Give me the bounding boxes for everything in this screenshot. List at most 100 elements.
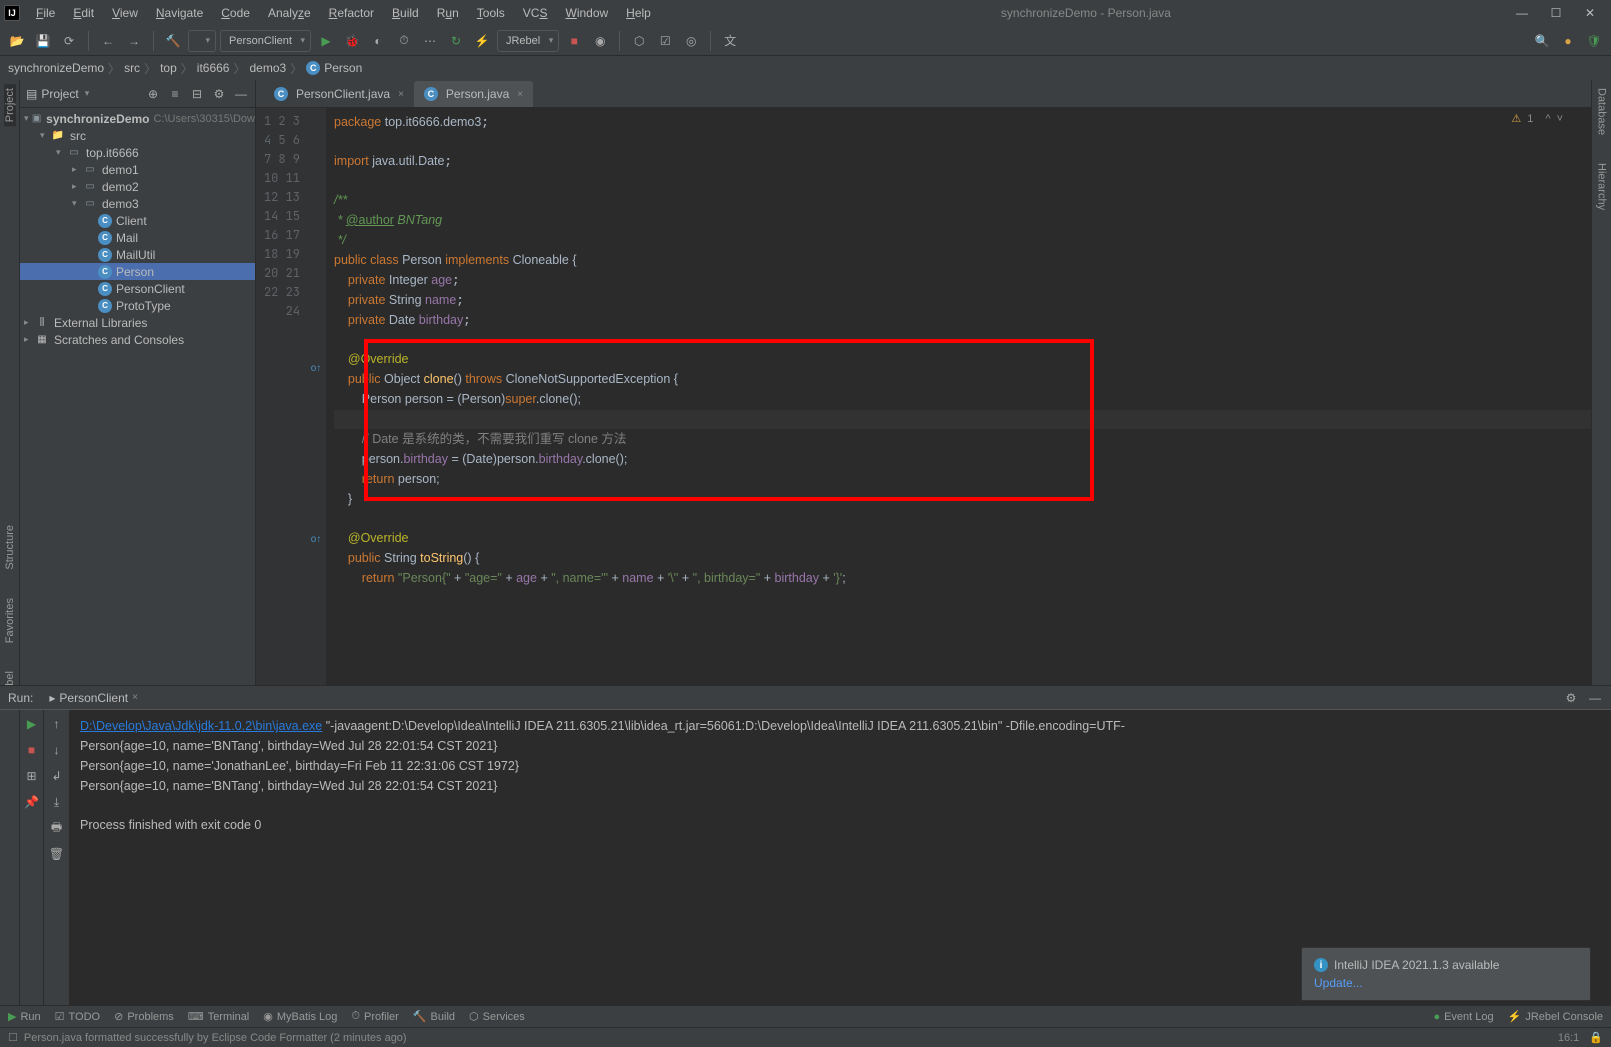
tree-pkg[interactable]: ▾▭ top.it6666: [20, 144, 255, 161]
bt-profiler[interactable]: ⏱Profiler: [351, 1010, 398, 1023]
collapse-icon[interactable]: ⊟: [189, 86, 205, 102]
hide-icon[interactable]: —: [233, 86, 249, 102]
tree-mail[interactable]: CMail: [20, 229, 255, 246]
java-path-link[interactable]: D:\Develop\Java\Jdk\jdk-11.0.2\bin\java.…: [80, 719, 322, 733]
bt-build[interactable]: 🔨Build: [413, 1010, 455, 1023]
override-icon[interactable]: o↑: [306, 359, 326, 378]
pin-icon[interactable]: 📌: [24, 794, 40, 810]
more-icon[interactable]: ◎: [680, 30, 702, 52]
scroll-icon[interactable]: ⤓: [49, 794, 65, 810]
open-icon[interactable]: 📂: [6, 30, 28, 52]
jrebel-combo[interactable]: JRebel: [497, 30, 559, 52]
menu-window[interactable]: Window: [557, 4, 616, 22]
crumb-it6666[interactable]: it6666: [197, 61, 230, 75]
bt-eventlog[interactable]: ●Event Log: [1433, 1011, 1493, 1023]
build-icon[interactable]: 🔨: [162, 30, 184, 52]
menu-build[interactable]: Build: [384, 4, 427, 22]
menu-tools[interactable]: Tools: [469, 4, 513, 22]
tree-person[interactable]: CPerson: [20, 263, 255, 280]
round-icon[interactable]: ◉: [589, 30, 611, 52]
bt-run[interactable]: ▶Run: [8, 1010, 41, 1023]
run-icon[interactable]: ▶: [315, 30, 337, 52]
bt-mybatis[interactable]: ◉MyBatis Log: [263, 1010, 337, 1023]
check-icon[interactable]: ☑: [654, 30, 676, 52]
menu-analyze[interactable]: Analyze: [260, 4, 319, 22]
tree-demo2[interactable]: ▸▭ demo2: [20, 178, 255, 195]
run-config-combo[interactable]: PersonClient: [220, 30, 311, 52]
rail-structure[interactable]: Structure: [4, 521, 16, 574]
stop-icon[interactable]: ■: [24, 742, 40, 758]
attach-icon[interactable]: ⋯: [419, 30, 441, 52]
git-icon[interactable]: ⬡: [628, 30, 650, 52]
forward-icon[interactable]: →: [123, 30, 145, 52]
run-tab[interactable]: ▸PersonClient×: [41, 689, 146, 707]
close-button[interactable]: ✕: [1581, 4, 1599, 22]
cursor-position[interactable]: 16:1: [1558, 1032, 1579, 1044]
menu-view[interactable]: View: [104, 4, 146, 22]
close-icon[interactable]: ×: [398, 89, 404, 100]
hide-icon[interactable]: —: [1587, 690, 1603, 706]
tree-scratches[interactable]: ▸▦ Scratches and Consoles: [20, 331, 255, 348]
crumb-demo3[interactable]: demo3: [250, 61, 287, 75]
down-icon[interactable]: ↓: [49, 742, 65, 758]
wrap-icon[interactable]: ↲: [49, 768, 65, 784]
crumb-project[interactable]: synchronizeDemo: [8, 61, 104, 75]
editor-inspections[interactable]: ⚠1 ^˅: [1511, 112, 1563, 125]
trash-icon[interactable]: 🗑: [49, 846, 65, 862]
rerun-icon[interactable]: ↻: [445, 30, 467, 52]
gear-icon[interactable]: ⚙: [211, 86, 227, 102]
profile-icon[interactable]: ⏱: [393, 30, 415, 52]
rail-hierarchy[interactable]: Hierarchy: [1596, 159, 1608, 214]
rail-project[interactable]: Project: [4, 84, 16, 126]
rail-favorites[interactable]: Favorites: [4, 594, 16, 647]
locate-icon[interactable]: ⊕: [145, 86, 161, 102]
override-icon[interactable]: o↑: [306, 530, 326, 549]
back-icon[interactable]: ←: [97, 30, 119, 52]
tree-src[interactable]: ▾📁 src: [20, 127, 255, 144]
bt-services[interactable]: ⬡Services: [469, 1010, 525, 1023]
menu-code[interactable]: Code: [213, 4, 258, 22]
tree-demo1[interactable]: ▸▭ demo1: [20, 161, 255, 178]
bt-jrebel[interactable]: ⚡JRebel Console: [1508, 1010, 1603, 1023]
rail-database[interactable]: Database: [1596, 84, 1608, 139]
gear-icon[interactable]: ⚙: [1563, 690, 1579, 706]
code-editor[interactable]: package top.it6666.demo3; import java.ut…: [326, 108, 1591, 687]
rerun-icon[interactable]: ▶: [24, 716, 40, 732]
menu-refactor[interactable]: Refactor: [321, 4, 382, 22]
bt-problems[interactable]: ⊘Problems: [114, 1010, 174, 1023]
crumb-top[interactable]: top: [160, 61, 177, 75]
build-combo[interactable]: [188, 30, 216, 52]
panel-title[interactable]: ▤Project: [26, 87, 141, 101]
tree-mailutil[interactable]: CMailUtil: [20, 246, 255, 263]
tip-icon[interactable]: ●: [1557, 30, 1579, 52]
tree-root[interactable]: ▾▣ synchronizeDemo C:\Users\30315\Dow: [20, 110, 255, 127]
menu-help[interactable]: Help: [618, 4, 659, 22]
maximize-button[interactable]: ☐: [1547, 4, 1565, 22]
menu-run[interactable]: Run: [429, 4, 467, 22]
sync-icon[interactable]: ⟳: [58, 30, 80, 52]
minimize-button[interactable]: —: [1513, 4, 1531, 22]
menu-navigate[interactable]: Navigate: [148, 4, 211, 22]
bt-terminal[interactable]: ⌨Terminal: [188, 1010, 249, 1023]
stop-icon[interactable]: ■: [563, 30, 585, 52]
up-icon[interactable]: ↑: [49, 716, 65, 732]
close-icon[interactable]: ×: [517, 89, 523, 100]
tree-prototype[interactable]: CProtoType: [20, 297, 255, 314]
bt-todo[interactable]: ☑TODO: [55, 1010, 100, 1023]
crumb-src[interactable]: src: [124, 61, 140, 75]
translate-icon[interactable]: 文: [719, 30, 741, 52]
layout-icon[interactable]: ⊞: [24, 768, 40, 784]
lock-icon[interactable]: 🔒: [1589, 1031, 1603, 1044]
save-icon[interactable]: 💾: [32, 30, 54, 52]
tab-person[interactable]: CPerson.java×: [414, 81, 533, 107]
jr-icon[interactable]: ⚡: [471, 30, 493, 52]
close-icon[interactable]: ×: [132, 692, 138, 703]
tab-personclient[interactable]: CPersonClient.java×: [264, 81, 414, 107]
print-icon[interactable]: 🖶: [49, 820, 65, 836]
menu-edit[interactable]: Edit: [65, 4, 102, 22]
debug-icon[interactable]: 🐞: [341, 30, 363, 52]
shield-icon[interactable]: 🛡: [1583, 30, 1605, 52]
expand-icon[interactable]: ≡: [167, 86, 183, 102]
tree-extlib[interactable]: ▸⫼ External Libraries: [20, 314, 255, 331]
tree-client[interactable]: CClient: [20, 212, 255, 229]
